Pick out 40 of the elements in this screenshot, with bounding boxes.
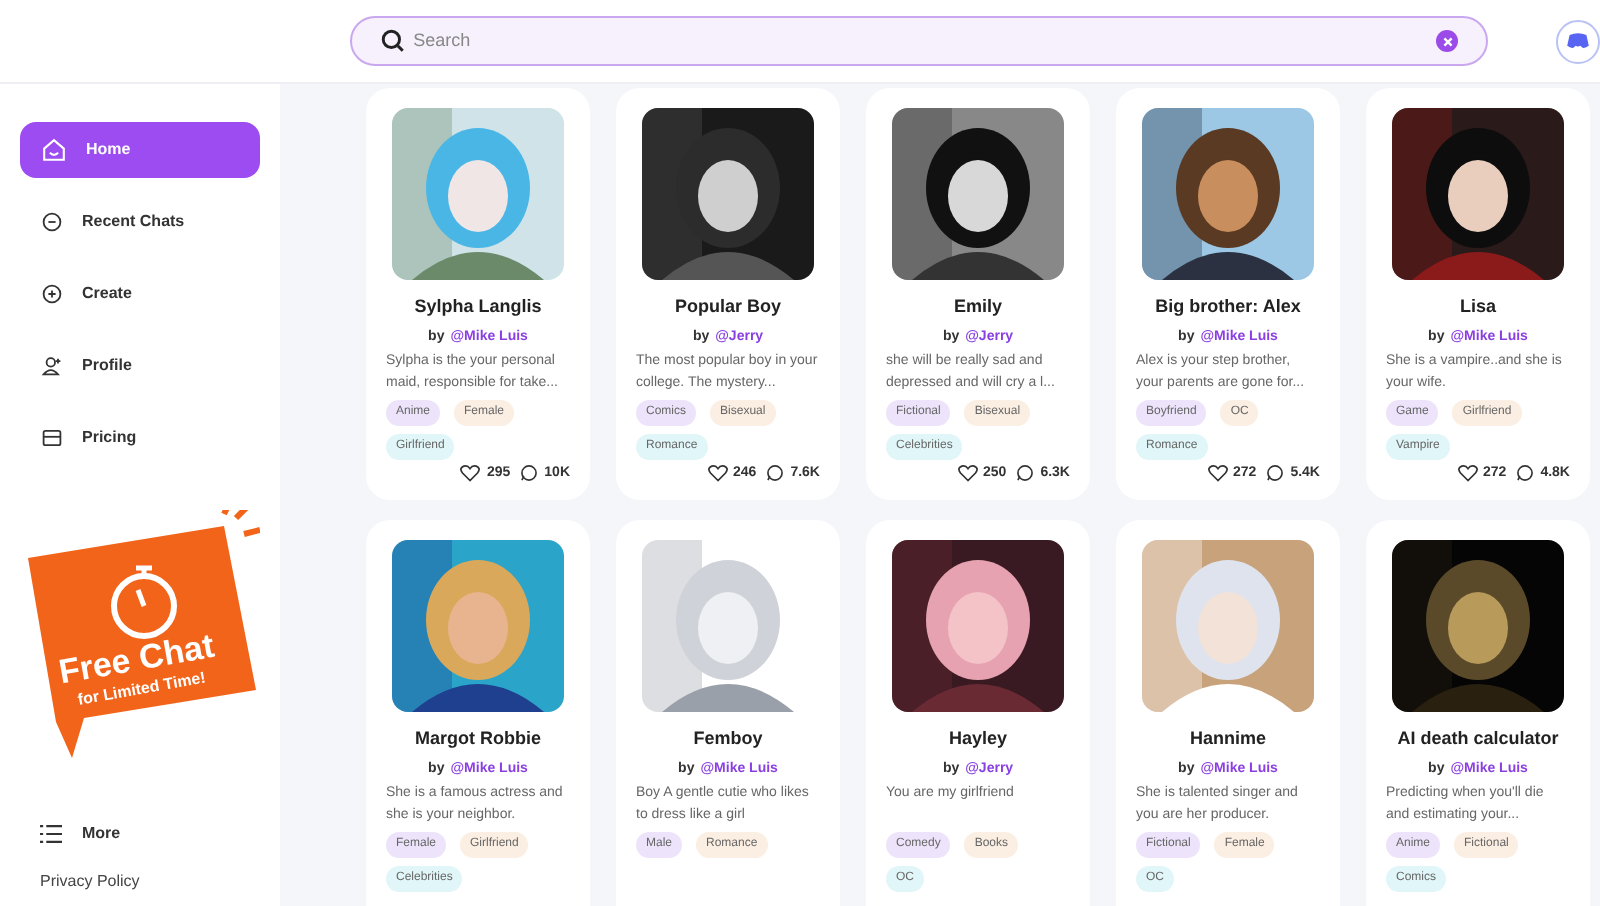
home-icon [40,136,68,164]
privacy-link[interactable]: Privacy Policy [20,870,260,894]
heart-icon [957,464,978,483]
heart-icon [1457,464,1478,483]
search-icon [379,28,406,54]
search-bar[interactable]: Search [349,16,1489,66]
character-name: Margot Robbie [415,726,541,752]
heart-icon [707,464,728,483]
clear-icon[interactable] [1436,30,1459,52]
character-name: Popular Boy [674,294,781,320]
chat-bubble-icon [1516,464,1535,483]
character-name: Hannime [1189,726,1266,752]
list-icon [40,824,62,844]
discord-icon[interactable] [1556,19,1600,63]
character-name: AI death calculator [1397,726,1559,752]
stopwatch-icon [111,565,177,639]
character-name: Emily [953,294,1002,320]
heart-icon [1207,464,1228,483]
character-name: Sylpha Langlis [414,294,542,320]
character-name: Hayley [948,726,1008,752]
heart-icon [460,464,481,483]
more-button[interactable]: More [20,822,260,846]
nav-item[interactable]: Home [20,122,260,178]
chat-bubble-icon [766,464,785,483]
promo-banner[interactable]: Free Chat for Limited Time! [24,510,260,766]
card-icon [40,426,64,450]
character-name: Femboy [693,726,763,752]
chat-bubble-icon [1266,464,1285,483]
nav-item[interactable]: Profile [20,338,260,394]
nav-item[interactable]: Create [20,266,260,322]
chat-bubble-icon [520,464,539,483]
nav-item[interactable]: Pricing [20,410,260,466]
character-name: Lisa [1459,294,1496,320]
plus-icon [40,282,64,306]
user-icon [40,354,64,378]
nav-item[interactable]: Recent Chats [20,194,260,250]
chat-bubble-icon [1016,464,1035,483]
burst-lines-icon [221,510,260,537]
chat-icon [40,210,64,234]
character-name: Big brother: Alex [1155,294,1301,320]
